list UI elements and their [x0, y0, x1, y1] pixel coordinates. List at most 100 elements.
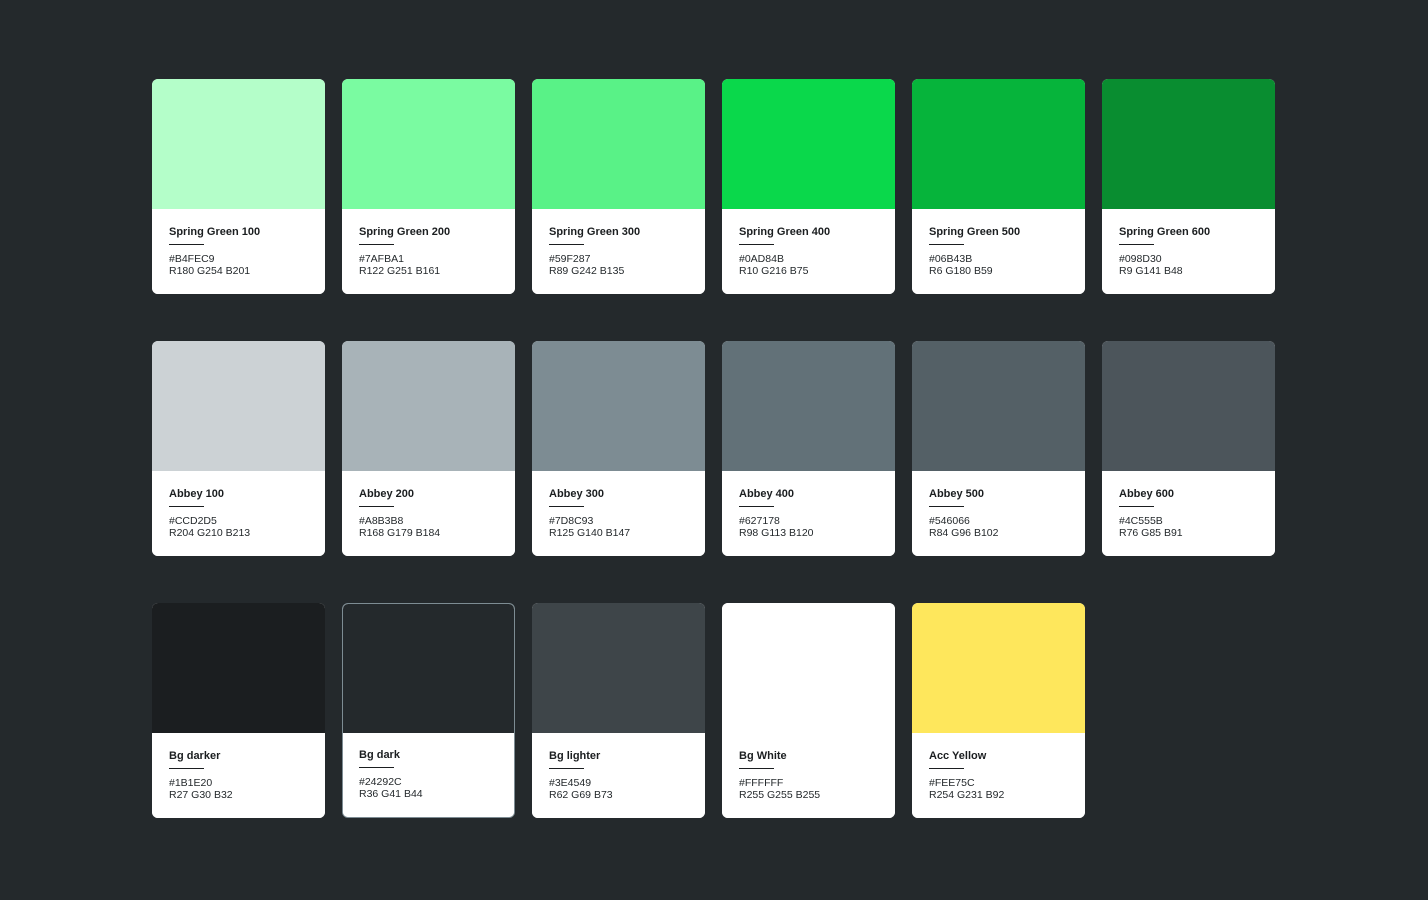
divider [549, 768, 584, 769]
color-swatch-card: Abbey 400 #627178 R98 G113 B120 [722, 341, 895, 556]
color-swatch-card: Spring Green 300 #59F287 R89 G242 B135 [532, 79, 705, 294]
color-sample [152, 341, 325, 471]
swatch-name: Abbey 200 [359, 488, 415, 500]
color-swatch-card: Spring Green 500 #06B43B R6 G180 B59 [912, 79, 1085, 294]
swatch-rgb-values: R84 G96 B102 [929, 527, 999, 539]
swatch-name: Abbey 600 [1119, 488, 1175, 500]
color-sample [343, 604, 514, 733]
swatch-rgb-values: R254 G231 B92 [929, 789, 1005, 801]
swatch-info: Acc Yellow #FEE75C R254 G231 B92 [912, 733, 1085, 818]
divider [169, 768, 204, 769]
swatch-info: Spring Green 500 #06B43B R6 G180 B59 [912, 209, 1085, 294]
swatch-info: Bg White #FFFFFF R255 G255 B255 [722, 733, 895, 818]
color-swatch-card: Abbey 500 #546066 R84 G96 B102 [912, 341, 1085, 556]
color-sample [912, 603, 1085, 733]
swatch-info: Abbey 100 #CCD2D5 R204 G210 B213 [152, 471, 325, 556]
swatch-hex-code: #7AFBA1 [359, 253, 404, 265]
swatch-rgb-values: R180 G254 B201 [169, 265, 251, 277]
swatch-info: Abbey 200 #A8B3B8 R168 G179 B184 [342, 471, 515, 556]
swatch-rgb-values: R9 G141 B48 [1119, 265, 1183, 277]
color-swatch-card: Spring Green 600 #098D30 R9 G141 B48 [1102, 79, 1275, 294]
color-sample [912, 341, 1085, 471]
color-swatch-card: Bg White #FFFFFF R255 G255 B255 [722, 603, 895, 818]
divider [929, 244, 964, 245]
color-swatch-card: Abbey 300 #7D8C93 R125 G140 B147 [532, 341, 705, 556]
swatch-hex-code: #A8B3B8 [359, 515, 404, 527]
color-sample [532, 603, 705, 733]
swatch-name: Bg White [739, 750, 787, 762]
swatch-info: Bg lighter #3E4549 R62 G69 B73 [532, 733, 705, 818]
color-sample [912, 79, 1085, 209]
color-sample [1102, 79, 1275, 209]
swatch-rgb-values: R98 G113 B120 [739, 527, 814, 539]
color-sample [152, 79, 325, 209]
swatch-name: Spring Green 500 [929, 226, 1021, 238]
divider [359, 506, 394, 507]
divider [929, 506, 964, 507]
color-sample [532, 341, 705, 471]
swatch-hex-code: #B4FEC9 [169, 253, 215, 265]
color-sample [722, 603, 895, 733]
color-swatch-card: Abbey 200 #A8B3B8 R168 G179 B184 [342, 341, 515, 556]
swatch-name: Abbey 400 [739, 488, 795, 500]
swatch-rgb-values: R204 G210 B213 [169, 527, 251, 539]
swatch-info: Abbey 600 #4C555B R76 G85 B91 [1102, 471, 1275, 556]
swatch-info: Abbey 300 #7D8C93 R125 G140 B147 [532, 471, 705, 556]
color-sample [1102, 341, 1275, 471]
swatch-hex-code: #7D8C93 [549, 515, 594, 527]
swatch-info: Spring Green 200 #7AFBA1 R122 G251 B161 [342, 209, 515, 294]
swatch-rgb-values: R62 G69 B73 [549, 789, 613, 801]
divider [169, 244, 204, 245]
color-swatch-card: Bg dark #24292C R36 G41 B44 [342, 603, 515, 818]
swatch-hex-code: #59F287 [549, 253, 591, 265]
color-swatch-card: Bg darker #1B1E20 R27 G30 B32 [152, 603, 325, 818]
color-sample [342, 341, 515, 471]
swatch-name: Bg darker [169, 750, 221, 762]
color-sample [532, 79, 705, 209]
color-sample [722, 79, 895, 209]
swatch-rgb-values: R76 G85 B91 [1119, 527, 1183, 539]
swatch-info: Abbey 400 #627178 R98 G113 B120 [722, 471, 895, 556]
divider [359, 767, 394, 768]
swatch-info: Spring Green 100 #B4FEC9 R180 G254 B201 [152, 209, 325, 294]
swatch-hex-code: #FEE75C [929, 777, 975, 789]
swatch-hex-code: #546066 [929, 515, 970, 527]
swatch-name: Abbey 100 [169, 488, 225, 500]
swatch-info: Spring Green 600 #098D30 R9 G141 B48 [1102, 209, 1275, 294]
swatch-hex-code: #06B43B [929, 253, 973, 265]
divider [1119, 506, 1154, 507]
divider [739, 244, 774, 245]
swatch-rgb-values: R122 G251 B161 [359, 265, 441, 277]
color-swatch-card: Spring Green 400 #0AD84B R10 G216 B75 [722, 79, 895, 294]
color-swatch-card: Spring Green 200 #7AFBA1 R122 G251 B161 [342, 79, 515, 294]
swatch-name: Spring Green 300 [549, 226, 641, 238]
swatch-rgb-values: R36 G41 B44 [359, 788, 423, 800]
swatch-info: Bg dark #24292C R36 G41 B44 [343, 733, 514, 817]
color-palette-grid: Spring Green 100 #B4FEC9 R180 G254 B201 Spr… [152, 79, 1275, 818]
swatch-name: Bg dark [359, 749, 400, 761]
color-swatch-card: Abbey 600 #4C555B R76 G85 B91 [1102, 341, 1275, 556]
divider [739, 506, 774, 507]
divider [1119, 244, 1154, 245]
swatch-info: Bg darker #1B1E20 R27 G30 B32 [152, 733, 325, 818]
swatch-rgb-values: R125 G140 B147 [549, 527, 631, 539]
swatch-name: Spring Green 400 [739, 226, 831, 238]
swatch-name: Spring Green 100 [169, 226, 261, 238]
color-sample [152, 603, 325, 733]
color-sample [342, 79, 515, 209]
swatch-hex-code: #3E4549 [549, 777, 592, 789]
swatch-name: Abbey 300 [549, 488, 605, 500]
swatch-name: Acc Yellow [929, 750, 987, 762]
color-sample [722, 341, 895, 471]
swatch-rgb-values: R10 G216 B75 [739, 265, 809, 277]
divider [359, 244, 394, 245]
swatch-rgb-values: R255 G255 B255 [739, 789, 821, 801]
divider [549, 244, 584, 245]
swatch-rgb-values: R27 G30 B32 [169, 789, 233, 801]
swatch-name: Spring Green 200 [359, 226, 451, 238]
swatch-info: Spring Green 300 #59F287 R89 G242 B135 [532, 209, 705, 294]
divider [739, 768, 774, 769]
color-swatch-card: Abbey 100 #CCD2D5 R204 G210 B213 [152, 341, 325, 556]
color-swatch-card: Bg lighter #3E4549 R62 G69 B73 [532, 603, 705, 818]
swatch-hex-code: #0AD84B [739, 253, 784, 265]
